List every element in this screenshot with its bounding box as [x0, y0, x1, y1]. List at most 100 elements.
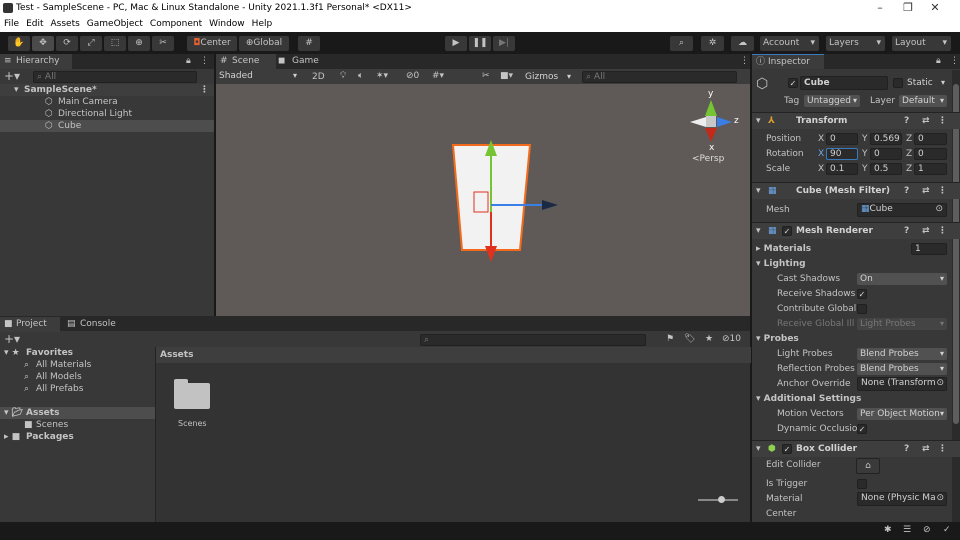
search-icon[interactable]: ⌕ — [670, 36, 693, 51]
custom-tool-icon[interactable]: ✂ — [152, 36, 174, 51]
tools-icon[interactable]: ✂ — [482, 70, 490, 82]
hierarchy-item[interactable]: ⬡ Directional Light — [0, 108, 214, 120]
minimize-button[interactable]: – — [865, 0, 895, 16]
more-icon[interactable]: ⋮ — [200, 56, 209, 66]
menu-component[interactable]: Component — [150, 16, 202, 32]
hierarchy-item-selected[interactable]: ⬡ Cube — [0, 120, 214, 132]
menu-gameobject[interactable]: GameObject — [87, 16, 143, 32]
layer-dropdown[interactable]: Default — [899, 95, 947, 107]
account-dropdown[interactable]: Account ▾ — [760, 36, 819, 51]
box-collider-checkbox[interactable]: ✓ — [782, 444, 792, 454]
additional-settings-foldout[interactable]: ▾ Additional Settings — [756, 394, 861, 404]
probes-foldout[interactable]: ▾ Probes — [756, 334, 799, 344]
scene-viewport[interactable]: y z x <Persp — [216, 84, 750, 316]
collider-material-field[interactable]: None (Physic Ma ⊙ — [857, 492, 947, 506]
motion-vectors-dropdown[interactable]: Per Object Motion — [857, 408, 947, 420]
transform-header[interactable]: ▾ ⅄ Transform? ⇄ ⋮ — [752, 112, 960, 129]
tab-project[interactable]: ■ Project — [0, 317, 60, 332]
mesh-field[interactable]: ▦Cube ⊙ — [857, 203, 947, 217]
filter-label-icon[interactable]: 🏷︎ — [684, 333, 695, 345]
hidden-objects-icon[interactable]: ⊘0 — [406, 70, 419, 82]
menu-edit[interactable]: Edit — [26, 16, 43, 32]
rotate-tool-icon[interactable]: ⟳ — [56, 36, 78, 51]
pivot-global-button[interactable]: ⊕Global — [239, 36, 289, 51]
scale-x-input[interactable]: 0.1 — [826, 163, 858, 175]
static-checkbox[interactable] — [893, 78, 903, 88]
menu-file[interactable]: File — [4, 16, 19, 32]
anchor-override-field[interactable]: None (Transform ⊙ — [857, 377, 947, 391]
pivot-center-button[interactable]: ◘Center — [187, 36, 237, 51]
asset-breadcrumb[interactable]: Assets — [156, 347, 751, 363]
packages-folder[interactable]: ▸ ■ Packages — [0, 431, 155, 443]
tab-console[interactable]: ▤ Console — [64, 317, 124, 332]
add-icon[interactable]: +▾ — [4, 70, 20, 82]
project-search-input[interactable]: ⌕ — [420, 334, 646, 346]
filter-type-icon[interactable]: ⚑ — [666, 333, 674, 345]
layers-dropdown[interactable]: Layers ▾ — [826, 36, 885, 51]
rotation-x-input[interactable]: 90 — [826, 148, 858, 160]
scenes-folder[interactable]: ■ Scenes — [0, 419, 155, 431]
favorite-item[interactable]: ⌕ All Materials — [0, 359, 155, 371]
position-y-input[interactable]: 0.569 — [870, 133, 902, 145]
mesh-filter-header[interactable]: ▾ ▦ Cube (Mesh Filter)? ⇄ ⋮ — [752, 182, 960, 199]
maximize-button[interactable]: ❐ — [893, 0, 923, 16]
cache-icon[interactable]: ☰ — [903, 525, 911, 535]
effects-icon[interactable]: ✶▾ — [376, 70, 388, 82]
shading-dropdown[interactable]: Shaded — [216, 70, 300, 82]
scale-y-input[interactable]: 0.5 — [870, 163, 902, 175]
tab-hierarchy[interactable]: ≡ Hierarchy — [0, 54, 72, 69]
grid-snap-icon[interactable]: # — [298, 36, 320, 51]
create-icon[interactable]: +▾ — [4, 333, 20, 345]
position-x-input[interactable]: 0 — [826, 133, 858, 145]
lighting-foldout[interactable]: ▾ Lighting — [756, 259, 806, 269]
position-z-input[interactable]: 0 — [914, 133, 947, 145]
2d-toggle[interactable]: 2D — [312, 71, 325, 83]
receive-shadows-checkbox[interactable]: ✓ — [857, 289, 867, 299]
is-trigger-checkbox[interactable] — [857, 479, 867, 489]
debug-icon[interactable]: ✱ — [884, 525, 892, 535]
active-checkbox[interactable]: ✓ — [788, 78, 798, 88]
step-button[interactable]: ▶| — [493, 36, 515, 51]
contribute-gi-checkbox[interactable] — [857, 304, 867, 314]
grid-toggle-icon[interactable]: #▾ — [432, 70, 444, 82]
audio-icon[interactable]: 🔈︎ — [358, 70, 363, 82]
dynamic-occlusion-checkbox[interactable]: ✓ — [857, 424, 867, 434]
favorites-star-icon[interactable]: ★ — [705, 333, 713, 345]
materials-foldout[interactable]: ▸ Materials — [756, 244, 811, 254]
menu-assets[interactable]: Assets — [51, 16, 80, 32]
close-button[interactable]: ✕ — [920, 0, 950, 16]
tab-scene[interactable]: # Scene — [216, 54, 276, 69]
move-tool-icon[interactable]: ✥ — [32, 36, 54, 51]
tab-game[interactable]: ◼ Game — [276, 54, 326, 69]
box-collider-header[interactable]: ▾ ⬢ ✓ Box Collider? ⇄ ⋮ — [752, 440, 960, 457]
hierarchy-search-input[interactable]: ⌕ All — [33, 71, 197, 83]
gizmos-dropdown[interactable]: Gizmos — [522, 71, 574, 83]
scale-tool-icon[interactable]: ⤢ — [80, 36, 102, 51]
play-button[interactable]: ▶ — [445, 36, 467, 51]
scale-z-input[interactable]: 1 — [914, 163, 947, 175]
assets-folder[interactable]: ▾ 📂︎ Assets — [0, 407, 155, 419]
edit-collider-button[interactable]: ⌂ — [856, 458, 880, 474]
cloud-icon[interactable]: ☁ — [731, 36, 754, 51]
mesh-renderer-header[interactable]: ▾ ▦ ✓ Mesh Renderer? ⇄ ⋮ — [752, 222, 960, 239]
scene-root[interactable]: ▾ SampleScene* ⋮ — [0, 84, 214, 96]
menu-window[interactable]: Window — [209, 16, 245, 32]
rotation-y-input[interactable]: 0 — [870, 148, 902, 160]
pause-button[interactable]: ❚❚ — [469, 36, 491, 51]
lock-icon[interactable]: 🔒︎ — [186, 56, 191, 66]
progress-check-icon[interactable]: ✓ — [943, 525, 951, 535]
rect-tool-icon[interactable]: ⬚ — [104, 36, 126, 51]
more-icon[interactable]: ⋮ — [950, 56, 959, 66]
auto-generate-lighting-icon[interactable]: ⊘ — [923, 525, 931, 535]
light-probes-dropdown[interactable]: Blend Probes — [857, 348, 947, 360]
cast-shadows-dropdown[interactable]: On — [857, 273, 947, 285]
menu-help[interactable]: Help — [252, 16, 273, 32]
lighting-icon[interactable]: 💡︎ — [340, 70, 346, 82]
lock-icon[interactable]: 🔒︎ — [936, 56, 941, 66]
tag-dropdown[interactable]: Untagged — [804, 95, 860, 107]
reflection-probes-dropdown[interactable]: Blend Probes — [857, 363, 947, 375]
hierarchy-item[interactable]: ⬡ Main Camera — [0, 96, 214, 108]
scene-search-input[interactable]: ⌕ All — [582, 71, 737, 83]
transform-tool-icon[interactable]: ⊕ — [128, 36, 150, 51]
icon-size-slider[interactable] — [698, 496, 738, 503]
